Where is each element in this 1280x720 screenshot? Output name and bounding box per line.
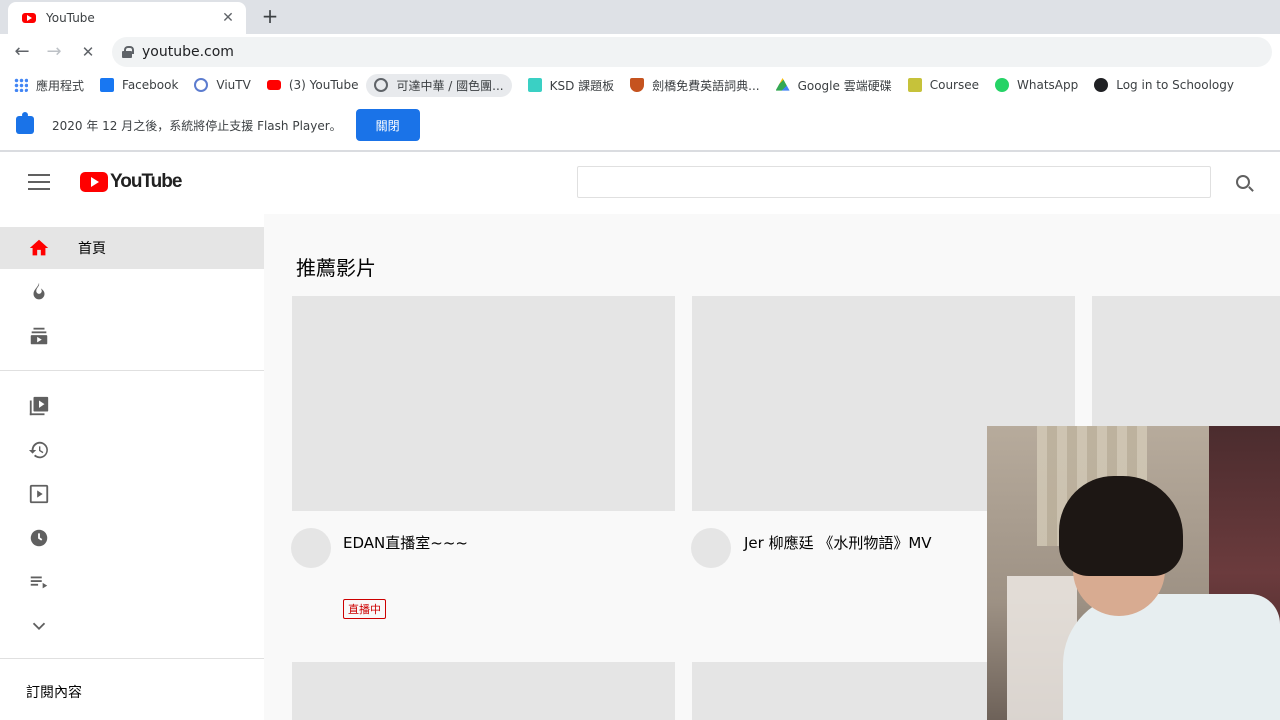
bookmark-label: KSD 課題板 <box>549 78 615 93</box>
video-title[interactable]: Jer 柳應廷 《水刑物語》MV <box>744 532 932 553</box>
live-badge: 直播中 <box>343 599 386 619</box>
bookmark-label: Coursee <box>929 78 979 92</box>
youtube-logo[interactable]: YouTube <box>80 171 182 193</box>
webcam-person-body <box>1063 594 1280 720</box>
sidebar-item-label: 首頁 <box>78 241 106 257</box>
bookmark-schoology[interactable]: Log in to Schoology <box>1094 78 1234 92</box>
video-title[interactable]: EDAN直播室~~~ <box>343 532 468 553</box>
bookmark-hovered[interactable]: 可達中華 / 國色團... <box>366 73 512 97</box>
tab-title: YouTube <box>46 11 95 25</box>
url-text[interactable]: youtube.com <box>142 44 234 60</box>
sidebar-divider <box>0 370 264 371</box>
globe-icon <box>374 78 389 92</box>
section-title: 推薦影片 <box>296 256 376 280</box>
bookmark-label: (3) YouTube <box>288 78 359 92</box>
youtube-favicon-icon <box>22 13 36 23</box>
sidebar-item-playlist[interactable] <box>0 561 264 603</box>
sidebar-divider <box>0 658 264 659</box>
back-button[interactable]: ← <box>10 40 34 64</box>
browser-tab-strip: YouTube ✕ + <box>0 0 1280 34</box>
sidebar-item-watch-later[interactable] <box>0 517 264 559</box>
youtube-header: YouTube <box>0 152 1280 214</box>
address-bar[interactable]: youtube.com <box>112 37 1272 67</box>
viutv-icon <box>194 78 209 92</box>
sidebar-item-your-videos[interactable] <box>0 473 264 515</box>
bookmark-google-drive[interactable]: Google 雲端硬碟 <box>775 77 892 94</box>
library-icon <box>28 395 50 417</box>
search-icon <box>1236 175 1250 189</box>
bookmark-label: 劍橋免費英語詞典... <box>652 78 760 93</box>
history-icon <box>28 439 50 461</box>
home-icon <box>28 237 50 259</box>
schoology-icon <box>1094 78 1109 92</box>
channel-avatar[interactable] <box>291 528 331 568</box>
youtube-logo-text: YouTube <box>110 171 182 192</box>
sidebar-item-library[interactable] <box>0 385 264 427</box>
apps-grid-icon <box>14 78 28 92</box>
bookmark-viutv[interactable]: ViuTV <box>194 78 251 92</box>
bookmark-cambridge[interactable]: 劍橋免費英語詞典... <box>630 77 760 94</box>
search-button[interactable] <box>1210 166 1276 198</box>
bookmark-youtube[interactable]: (3) YouTube <box>266 78 359 92</box>
infobar-text: 2020 年 12 月之後，系統將停止支援 Flash Player。 <box>52 118 342 133</box>
shield-icon <box>630 78 645 92</box>
sidebar-item-history[interactable] <box>0 429 264 471</box>
flash-infobar: 2020 年 12 月之後，系統將停止支援 Flash Player。 關閉 <box>0 100 1280 152</box>
channel-avatar[interactable] <box>691 528 731 568</box>
bookmark-label: WhatsApp <box>1017 78 1079 92</box>
stop-loading-button[interactable]: ✕ <box>76 40 100 64</box>
coursee-icon <box>907 78 922 92</box>
subscriptions-heading: 訂閱內容 <box>26 685 82 701</box>
bookmark-label: ViuTV <box>216 78 251 92</box>
lock-icon[interactable] <box>122 46 134 58</box>
bookmark-label: 應用程式 <box>36 78 85 93</box>
guide-sidebar: 首頁 訂閱內容 <box>0 214 264 720</box>
subscriptions-icon <box>28 325 50 347</box>
video-thumbnail[interactable] <box>292 662 675 720</box>
bookmark-label: Facebook <box>122 78 179 92</box>
sidebar-item-show-more[interactable] <box>0 605 264 647</box>
browser-tab-youtube[interactable]: YouTube ✕ <box>8 2 246 34</box>
puzzle-piece-icon <box>16 112 34 134</box>
ksd-icon <box>527 78 542 92</box>
bookmark-whatsapp[interactable]: WhatsApp <box>995 78 1078 92</box>
bookmark-label: Log in to Schoology <box>1116 78 1234 92</box>
chevron-down-icon <box>28 615 50 637</box>
facebook-icon <box>100 78 115 92</box>
clock-icon <box>28 527 50 549</box>
forward-button[interactable]: → <box>42 40 66 64</box>
hamburger-menu-icon[interactable] <box>28 174 50 190</box>
screen: YouTube ✕ + ← → ✕ youtube.com 應用程式 Faceb… <box>0 0 1280 720</box>
video-thumbnail[interactable] <box>292 296 675 511</box>
bookmarks-bar: 應用程式 Facebook ViuTV (3) YouTube 可達中華 / 國… <box>0 70 1280 100</box>
bookmark-label: Google 雲端硬碟 <box>797 78 892 93</box>
close-tab-icon[interactable]: ✕ <box>220 10 236 26</box>
bookmark-apps[interactable]: 應用程式 <box>14 77 84 94</box>
playlist-icon <box>28 571 50 593</box>
bookmark-coursee[interactable]: Coursee <box>907 78 979 92</box>
new-tab-button[interactable]: + <box>258 5 282 27</box>
browser-toolbar: ← → ✕ youtube.com <box>0 34 1280 70</box>
webcam-overlay <box>987 426 1280 720</box>
play-square-icon <box>28 483 50 505</box>
sidebar-item-home[interactable]: 首頁 <box>0 227 264 269</box>
infobar-close-button[interactable]: 關閉 <box>355 109 420 141</box>
google-drive-icon <box>775 78 790 91</box>
whatsapp-icon <box>995 78 1009 92</box>
flame-icon <box>28 281 50 303</box>
bookmark-facebook[interactable]: Facebook <box>100 78 178 92</box>
sidebar-item-subscriptions[interactable] <box>0 315 264 357</box>
search-input[interactable] <box>577 166 1211 198</box>
youtube-logo-icon <box>80 172 108 192</box>
youtube-icon <box>266 80 281 90</box>
bookmark-ksd[interactable]: KSD 課題板 <box>527 77 615 94</box>
sidebar-item-trending[interactable] <box>0 271 264 313</box>
bookmark-label: 可達中華 / 國色團... <box>396 78 504 93</box>
